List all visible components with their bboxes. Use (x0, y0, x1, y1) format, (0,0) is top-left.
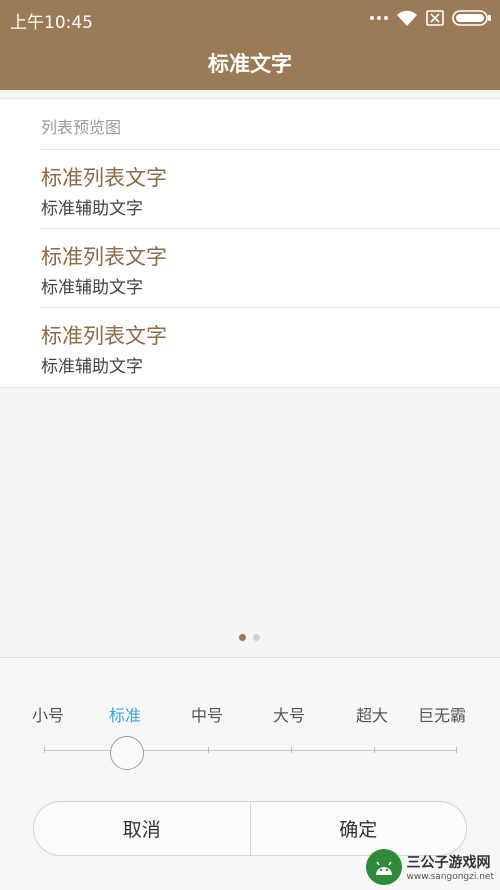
size-slider-track[interactable] (44, 750, 457, 751)
list-item: 标准列表文字 标准辅助文字 (41, 149, 500, 228)
preview-label: 列表预览图 (41, 118, 122, 137)
page-indicator (239, 634, 260, 641)
status-time: 上午10:45 (10, 13, 93, 33)
cancel-button[interactable]: 取消 (34, 802, 250, 855)
size-option-medium[interactable]: 中号 (191, 702, 223, 726)
list-item: 标准列表文字 标准辅助文字 (41, 228, 500, 307)
size-option-extra-large[interactable]: 超大 (356, 702, 388, 726)
page-title: 标准文字 (208, 52, 292, 76)
size-option-small[interactable]: 小号 (32, 702, 64, 726)
slider-tick (291, 747, 292, 753)
list-item-secondary-text: 标准辅助文字 (41, 199, 143, 219)
list-item-primary-text: 标准列表文字 (41, 166, 167, 190)
slider-tick (44, 747, 45, 753)
list-item-secondary-text: 标准辅助文字 (41, 357, 143, 377)
watermark-title: 三公子游戏网 (406, 855, 491, 871)
size-slider-thumb[interactable] (110, 736, 144, 770)
page-dot (253, 634, 260, 641)
android-logo-icon (366, 849, 403, 885)
action-button-group: 取消 确定 (33, 801, 467, 856)
more-dots-icon (370, 16, 388, 20)
list-preview-card: 列表预览图 标准列表文字 标准辅助文字 标准列表文字 标准辅助文字 标准列表文字… (0, 98, 500, 388)
slider-tick (374, 747, 375, 753)
no-sim-icon (426, 10, 444, 26)
slider-tick (208, 747, 209, 753)
app-header: 上午10:45 标准文字 (0, 0, 500, 90)
list-item-primary-text: 标准列表文字 (41, 245, 167, 269)
watermark: 三公子游戏网 www.sangongzi.net (366, 849, 494, 885)
status-bar-icons (370, 8, 492, 28)
list-item-primary-text: 标准列表文字 (41, 324, 167, 348)
watermark-url: www.sangongzi.net (406, 872, 494, 882)
battery-icon (452, 10, 491, 26)
page-dot-active (239, 634, 246, 641)
list-item-secondary-text: 标准辅助文字 (41, 278, 143, 298)
size-option-large[interactable]: 大号 (273, 702, 305, 726)
size-option-huge[interactable]: 巨无霸 (418, 702, 466, 726)
list-item: 标准列表文字 标准辅助文字 (41, 307, 500, 386)
slider-tick (456, 747, 457, 753)
confirm-button[interactable]: 确定 (251, 802, 467, 855)
size-option-standard[interactable]: 标准 (109, 702, 141, 726)
wifi-icon (397, 10, 417, 26)
